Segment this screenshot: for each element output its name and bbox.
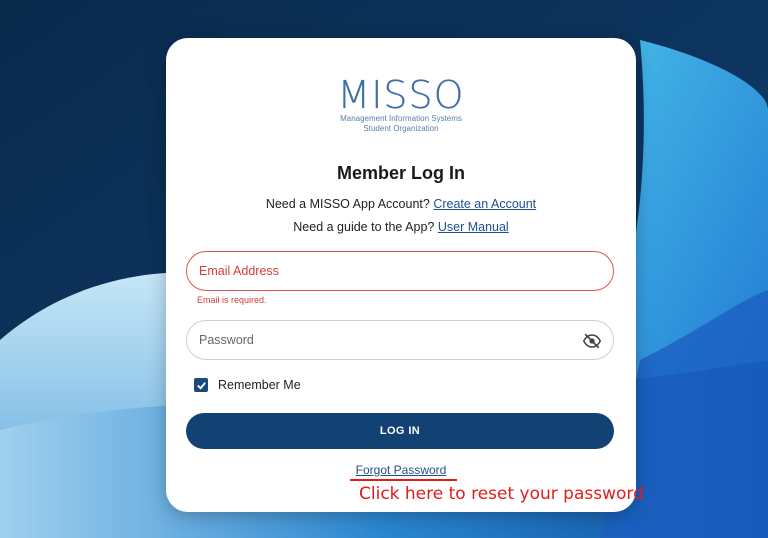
create-account-link[interactable]: Create an Account bbox=[433, 197, 536, 211]
logo-subtitle-2: Student Organization bbox=[363, 124, 439, 133]
guide-prompt: Need a guide to the App? User Manual bbox=[166, 220, 636, 234]
annotation-underline bbox=[350, 479, 457, 481]
remember-me[interactable]: Remember Me bbox=[194, 378, 301, 392]
password-field[interactable] bbox=[187, 321, 613, 359]
login-card: MISSO Management Information Systems Stu… bbox=[166, 38, 636, 512]
misso-logo: MISSO Management Information Systems Stu… bbox=[166, 76, 636, 134]
account-prompt-text: Need a MISSO App Account? bbox=[265, 197, 430, 211]
password-field-container bbox=[186, 320, 614, 360]
annotation-text: Click here to reset your password bbox=[359, 484, 644, 504]
account-prompt: Need a MISSO App Account? Create an Acco… bbox=[166, 197, 636, 211]
logo-subtitle-1: Management Information Systems bbox=[340, 114, 462, 123]
remember-me-checkbox[interactable] bbox=[194, 378, 208, 392]
page-title: Member Log In bbox=[336, 163, 465, 183]
guide-prompt-text: Need a guide to the App? bbox=[293, 220, 435, 234]
eye-off-icon[interactable] bbox=[582, 332, 602, 350]
email-error-message: Email is required. bbox=[197, 295, 267, 305]
email-field[interactable] bbox=[187, 252, 613, 290]
email-field-container bbox=[186, 251, 614, 291]
logo-wordmark: MISSO bbox=[337, 73, 465, 117]
user-manual-link[interactable]: User Manual bbox=[438, 220, 509, 234]
remember-me-label: Remember Me bbox=[218, 378, 301, 392]
check-icon bbox=[196, 381, 206, 390]
forgot-password-link[interactable]: Forgot Password bbox=[356, 463, 447, 477]
login-button[interactable]: LOG IN bbox=[186, 413, 614, 449]
forgot-password-container: Forgot Password bbox=[166, 463, 636, 477]
